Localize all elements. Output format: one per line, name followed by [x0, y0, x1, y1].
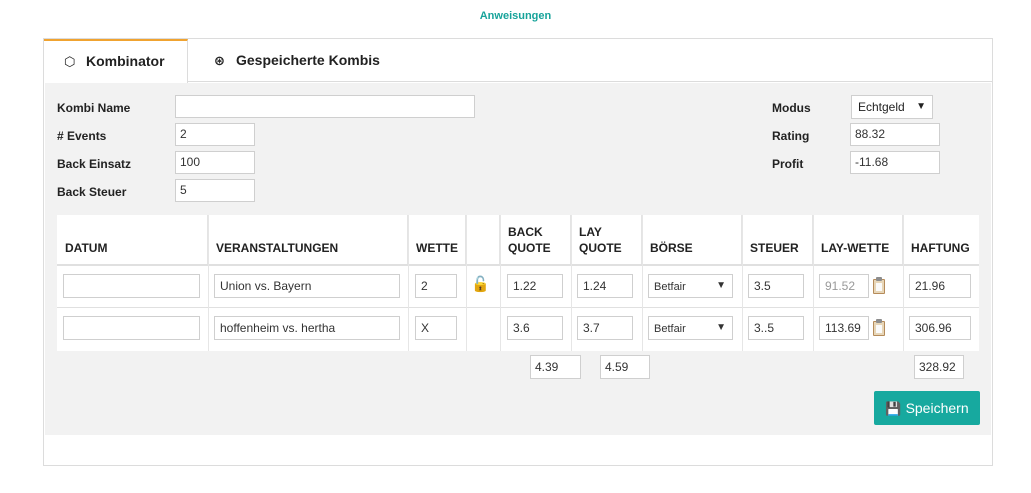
row1-boerse-value: Betfair [654, 281, 686, 293]
profit-input[interactable]: -11.68 [850, 151, 940, 174]
modus-label: Modus [772, 101, 811, 115]
row2-haftung-input[interactable]: 306.96 [909, 316, 971, 340]
kombi-name-input[interactable] [175, 95, 475, 118]
row1-back-quote-input[interactable]: 1.22 [507, 274, 563, 298]
floppy-disk-icon: 💾 [885, 401, 902, 416]
row2-wette-input[interactable]: X [415, 316, 457, 340]
caret-down-icon: ▼ [916, 101, 926, 112]
total-haftung: 328.92 [914, 355, 964, 379]
row2-event-input[interactable]: hoffenheim vs. hertha [214, 316, 400, 340]
combinator-card: ⬡ Kombinator ⊛ Gespeicherte Kombis Kombi N… [43, 38, 993, 466]
bets-table: DATUM VERANSTALTUNGEN WETTE BACK QUOTE LA… [57, 215, 979, 351]
dribbble-icon: ⊛ [214, 53, 225, 68]
back-steuer-input[interactable]: 5 [175, 179, 255, 202]
rating-label: Rating [772, 129, 810, 143]
events-label: # Events [57, 129, 107, 143]
col-header-lay-quote: LAY QUOTE [571, 215, 642, 265]
row2-lay-quote-input[interactable]: 3.7 [577, 316, 633, 340]
row1-event-input[interactable]: Union vs. Bayern [214, 274, 400, 298]
row2-lay-wette-input: 113.69 [819, 316, 869, 340]
tab-kombinator-label: Kombinator [86, 53, 165, 69]
kombi-name-label: Kombi Name [57, 101, 131, 115]
save-button-label: Speichern [905, 400, 969, 416]
modus-select[interactable]: Echtgeld ▼ [851, 95, 933, 119]
back-einsatz-input[interactable]: 100 [175, 151, 255, 174]
row1-haftung-input[interactable]: 21.96 [909, 274, 971, 298]
col-header-back-quote: BACK QUOTE [500, 215, 571, 265]
tab-saved-combos-label: Gespeicherte Kombis [236, 52, 380, 68]
col-header-datum: DATUM [57, 215, 208, 265]
col-header-lay-wette: LAY-WETTE [813, 215, 903, 265]
row1-lay-quote-input[interactable]: 1.24 [577, 274, 633, 298]
col-header-haftung: HAFTUNG [911, 241, 970, 255]
tab-bar: ⬡ Kombinator ⊛ Gespeicherte Kombis [44, 39, 992, 83]
col-header-lock [466, 215, 500, 265]
back-steuer-label: Back Steuer [57, 185, 127, 199]
total-back-quote: 4.39 [530, 355, 581, 379]
row2-steuer-input[interactable]: 3..5 [748, 316, 804, 340]
row2-boerse-value: Betfair [654, 323, 686, 335]
col-header-steuer: STEUER [742, 215, 813, 265]
col-header-veranstaltungen: VERANSTALTUNGEN [208, 215, 408, 265]
profit-label: Profit [772, 157, 804, 171]
save-button[interactable]: 💾 Speichern [874, 391, 980, 425]
kombinator-panel: Kombi Name # Events 2 Back Einsatz 100 B… [45, 83, 991, 435]
clipboard-icon[interactable] [873, 277, 885, 294]
unlock-icon[interactable]: 🔓 [471, 275, 491, 295]
codepen-icon: ⬡ [64, 54, 76, 69]
row2-back-quote-input[interactable]: 3.6 [507, 316, 563, 340]
row1-lay-wette-input: 91.52 [819, 274, 869, 298]
rating-input[interactable]: 88.32 [850, 123, 940, 146]
total-lay-quote: 4.59 [600, 355, 650, 379]
events-input[interactable]: 2 [175, 123, 255, 146]
instructions-link[interactable]: Anweisungen [0, 10, 1031, 22]
row1-steuer-input[interactable]: 3.5 [748, 274, 804, 298]
back-einsatz-label: Back Einsatz [57, 157, 132, 171]
clipboard-icon[interactable] [873, 319, 885, 336]
row1-wette-input[interactable]: 2 [415, 274, 457, 298]
row1-boerse-select[interactable]: Betfair ▼ [648, 274, 733, 298]
row2-boerse-select[interactable]: Betfair ▼ [648, 316, 733, 340]
caret-down-icon: ▼ [716, 322, 726, 333]
tab-saved-combos[interactable]: ⊛ Gespeicherte Kombis [194, 39, 400, 82]
col-header-wette: WETTE [408, 215, 466, 265]
row2-datum-input[interactable] [63, 316, 200, 340]
col-header-boerse: BÖRSE [642, 215, 742, 265]
modus-select-value: Echtgeld [858, 100, 905, 114]
tab-kombinator[interactable]: ⬡ Kombinator [44, 39, 188, 83]
row1-datum-input[interactable] [63, 274, 200, 298]
caret-down-icon: ▼ [716, 280, 726, 291]
